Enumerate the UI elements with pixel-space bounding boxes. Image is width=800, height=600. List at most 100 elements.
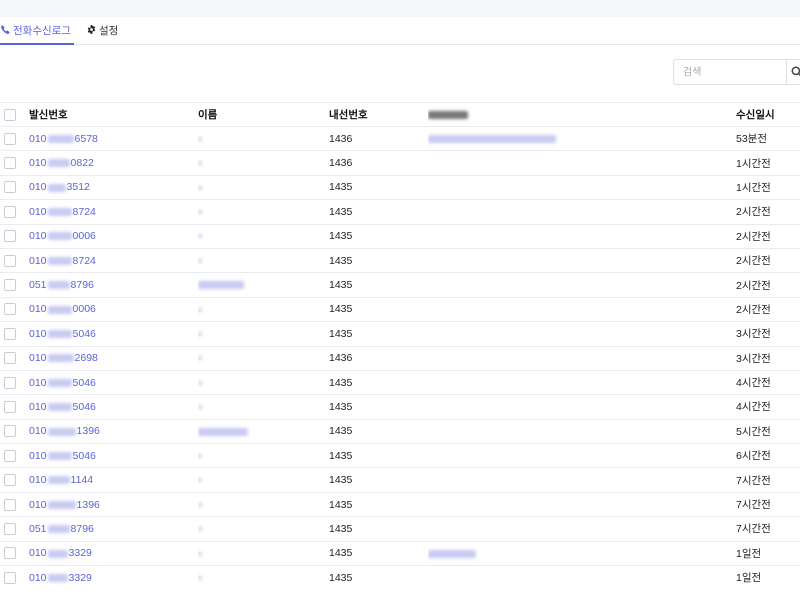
caller-suffix: 8724 <box>72 205 96 218</box>
search-input[interactable] <box>673 59 786 85</box>
table-row[interactable]: 010 5046 1435 6시간전 <box>0 443 800 468</box>
caller-number-link[interactable]: 010 6578 <box>29 133 98 145</box>
received-at-cell: 4시간전 <box>736 369 800 395</box>
caller-number-link[interactable]: 010 8724 <box>29 206 96 218</box>
call-log-table: 발신번호 이름 내선번호 수신일시 010 6578 1436 53분전 010 0822… <box>0 102 800 590</box>
row-checkbox[interactable] <box>4 352 16 365</box>
table-row[interactable]: 010 0006 1435 2시간전 <box>0 296 800 322</box>
caller-number-link[interactable]: 010 3329 <box>29 572 92 584</box>
redacted-digits <box>47 549 68 558</box>
caller-number-cell: 010 8724 <box>29 247 198 273</box>
search-button[interactable] <box>786 59 800 85</box>
caller-prefix: 010 <box>29 303 47 316</box>
table-row[interactable]: 010 5046 1435 4시간전 <box>0 369 800 395</box>
row-checkbox[interactable] <box>4 279 16 292</box>
table-row[interactable]: 010 1144 1435 7시간전 <box>0 467 800 493</box>
caller-number-link[interactable]: 010 1396 <box>29 499 100 511</box>
row-checkbox[interactable] <box>4 205 16 218</box>
caller-suffix: 3512 <box>66 181 90 194</box>
caller-suffix: 5046 <box>72 376 96 389</box>
table-row[interactable]: 010 8724 1435 2시간전 <box>0 199 800 225</box>
caller-number-cell: 010 5046 <box>29 394 198 420</box>
row-checkbox[interactable] <box>4 547 16 560</box>
table-row[interactable]: 010 0006 1435 2시간전 <box>0 223 800 249</box>
table-row[interactable]: 010 3329 1435 1일전 <box>0 565 800 590</box>
caller-number-link[interactable]: 010 8724 <box>29 255 96 267</box>
col-extension[interactable]: 내선번호 <box>329 102 428 127</box>
row-checkbox[interactable] <box>4 132 16 145</box>
table-row[interactable]: 010 5046 1435 4시간전 <box>0 394 800 420</box>
table-row[interactable]: 051 8796 1435 7시간전 <box>0 516 800 542</box>
caller-number-link[interactable]: 010 1144 <box>29 474 93 486</box>
col-received-at[interactable]: 수신일시 <box>736 102 800 127</box>
row-checkbox[interactable] <box>4 254 16 267</box>
redacted-name <box>198 161 202 166</box>
redacted-digits <box>47 330 72 339</box>
received-at-cell: 2시간전 <box>736 272 800 298</box>
row-checkbox[interactable] <box>4 230 16 243</box>
caller-number-link[interactable]: 010 5046 <box>29 377 96 389</box>
table-row[interactable]: 010 5046 1435 3시간전 <box>0 321 800 347</box>
row-checkbox[interactable] <box>4 498 16 511</box>
row-checkbox[interactable] <box>4 522 16 535</box>
name-cell <box>198 491 329 517</box>
caller-number-link[interactable]: 010 5046 <box>29 401 96 413</box>
caller-number-link[interactable]: 010 5046 <box>29 328 96 340</box>
table-row[interactable]: 010 1396 1435 7시간전 <box>0 491 800 517</box>
name-cell <box>198 345 329 371</box>
redacted-name <box>198 453 202 458</box>
caller-number-link[interactable]: 010 3512 <box>29 181 90 193</box>
col-memo[interactable] <box>428 102 736 127</box>
caller-prefix: 010 <box>29 181 47 194</box>
caller-number-link[interactable]: 010 1396 <box>29 425 100 437</box>
table-row[interactable]: 010 2698 1436 3시간전 <box>0 345 800 371</box>
row-checkbox[interactable] <box>4 327 16 340</box>
caller-number-link[interactable]: 010 0006 <box>29 303 96 315</box>
table-row[interactable]: 010 8724 1435 2시간전 <box>0 247 800 273</box>
table-row[interactable]: 051 8796 1435 2시간전 <box>0 272 800 298</box>
row-checkbox[interactable] <box>4 425 16 438</box>
caller-number-link[interactable]: 051 8796 <box>29 279 94 291</box>
table-row[interactable]: 010 0822 1436 1시간전 <box>0 150 800 176</box>
memo-cell <box>428 394 736 420</box>
row-select-cell <box>0 540 29 566</box>
row-checkbox[interactable] <box>4 400 16 413</box>
select-all-checkbox[interactable] <box>4 108 16 121</box>
received-at-cell: 1시간전 <box>736 150 800 176</box>
search-icon <box>791 66 800 77</box>
received-at-cell: 53분전 <box>736 125 800 151</box>
tab-settings[interactable]: 설정 <box>86 17 126 45</box>
table-row[interactable]: 010 1396 1435 5시간전 <box>0 418 800 444</box>
row-checkbox[interactable] <box>4 157 16 170</box>
row-checkbox[interactable] <box>4 303 16 316</box>
table-row[interactable]: 010 3329 1435 1일전 <box>0 540 800 566</box>
tab-call-log[interactable]: 전화수신로그 <box>0 17 74 45</box>
caller-number-link[interactable]: 010 0822 <box>29 157 94 169</box>
caller-number-cell: 010 1396 <box>29 491 198 517</box>
memo-cell <box>428 345 736 371</box>
caller-number-link[interactable]: 010 0006 <box>29 230 96 242</box>
redacted-digits <box>47 281 70 290</box>
redacted-name <box>198 380 202 385</box>
row-checkbox[interactable] <box>4 181 16 194</box>
table-row[interactable]: 010 6578 1436 53분전 <box>0 125 800 151</box>
received-at-cell: 2시간전 <box>736 296 800 322</box>
row-checkbox[interactable] <box>4 474 16 487</box>
row-checkbox[interactable] <box>4 449 16 462</box>
redacted-digits <box>47 134 74 143</box>
redacted-name <box>198 185 202 190</box>
table-row[interactable]: 010 3512 1435 1시간전 <box>0 174 800 200</box>
row-checkbox[interactable] <box>4 571 16 584</box>
caller-number-link[interactable]: 010 5046 <box>29 450 96 462</box>
caller-suffix: 8796 <box>70 279 94 292</box>
extension-cell: 1436 <box>329 345 428 371</box>
caller-number-cell: 010 1144 <box>29 467 198 493</box>
caller-number-link[interactable]: 010 2698 <box>29 352 98 364</box>
caller-number-link[interactable]: 010 3329 <box>29 547 92 559</box>
row-checkbox[interactable] <box>4 376 16 389</box>
redacted-name <box>198 527 202 532</box>
col-caller-number[interactable]: 발신번호 <box>29 102 198 127</box>
col-name[interactable]: 이름 <box>198 102 329 127</box>
caller-number-link[interactable]: 051 8796 <box>29 523 94 535</box>
redacted-digits <box>47 183 66 192</box>
